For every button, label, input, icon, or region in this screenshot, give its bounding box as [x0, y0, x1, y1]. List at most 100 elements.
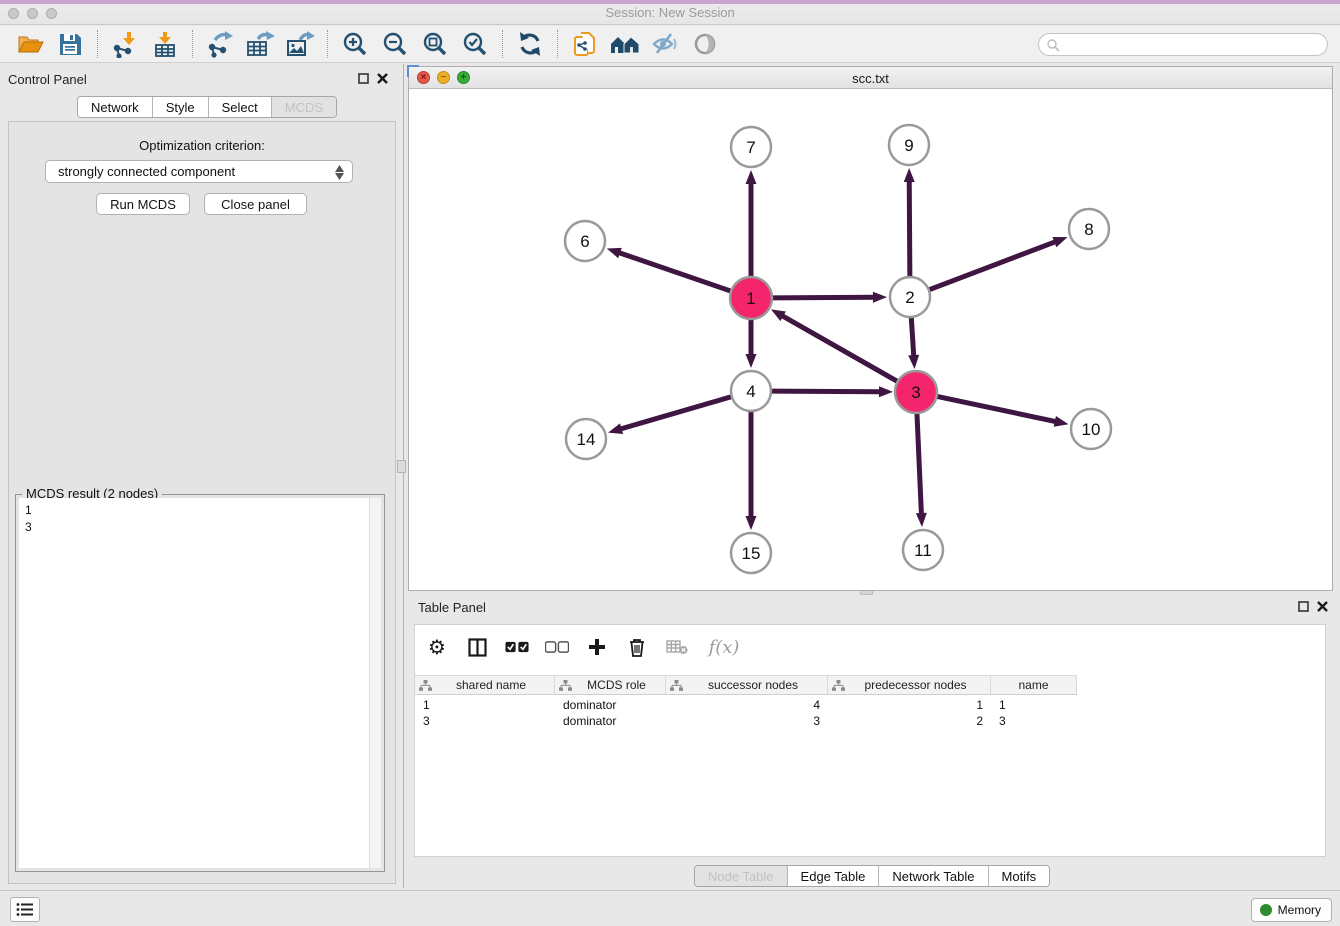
network-graph[interactable]: 7968124314101511 — [409, 89, 1332, 590]
mcds-panel: Optimization criterion: strongly connect… — [8, 121, 396, 884]
table-row[interactable]: 3 dominator 3 2 3 — [415, 713, 1077, 729]
tab-network[interactable]: Network — [78, 97, 153, 117]
zoom-out-icon[interactable] — [378, 29, 412, 59]
network-window-titlebar[interactable]: × − + scc.txt — [409, 67, 1332, 89]
import-table-icon[interactable] — [148, 29, 182, 59]
delete-column-trash-icon[interactable] — [625, 635, 649, 659]
unselect-all-columns-icon[interactable] — [545, 635, 569, 659]
cell-shared-name[interactable]: 3 — [415, 713, 555, 729]
control-panel-tabs: Network Style Select MCDS — [77, 96, 337, 118]
optimization-criterion-select[interactable]: strongly connected component — [45, 160, 353, 183]
column-header-successor-nodes[interactable]: successor nodes — [666, 676, 828, 694]
column-type-icon — [670, 680, 683, 691]
network-canvas[interactable]: 7968124314101511 — [409, 89, 1332, 590]
column-header-name[interactable]: name — [991, 676, 1077, 694]
toolbar-separator — [557, 30, 558, 58]
memory-button[interactable]: Memory — [1251, 898, 1332, 922]
cell-name[interactable]: 1 — [991, 697, 1077, 713]
graph-node-label: 2 — [905, 288, 914, 307]
open-session-icon[interactable] — [13, 29, 47, 59]
mcds-result-list[interactable]: 1 3 — [19, 498, 371, 868]
cell-mcds-role[interactable]: dominator — [555, 713, 666, 729]
main-toolbar — [0, 26, 1340, 63]
export-network-icon[interactable] — [203, 29, 237, 59]
close-panel-button[interactable]: Close panel — [204, 193, 307, 215]
graph-edge-3-11[interactable] — [917, 413, 922, 515]
tab-node-table[interactable]: Node Table — [695, 866, 788, 886]
graph-edge-1-6[interactable] — [618, 252, 731, 291]
show-graphics-details-icon[interactable] — [688, 29, 722, 59]
graph-edge-3-1[interactable] — [781, 315, 897, 381]
function-builder-icon: f(x) — [705, 635, 743, 659]
table-row[interactable]: 1 dominator 4 1 1 — [415, 697, 1077, 713]
table-header-row: shared name MCDS role successor nodes pr… — [415, 675, 1077, 695]
control-panel-header-icons — [358, 73, 388, 84]
zoom-selected-icon[interactable] — [458, 29, 492, 59]
zoom-fit-icon[interactable] — [418, 29, 452, 59]
import-network-icon[interactable] — [108, 29, 142, 59]
vertical-splitter-handle[interactable] — [397, 460, 406, 473]
column-header-predecessor-nodes[interactable]: predecessor nodes — [828, 676, 991, 694]
tab-network-table[interactable]: Network Table — [879, 866, 988, 886]
show-columns-icon[interactable] — [465, 635, 489, 659]
create-column-plus-icon[interactable] — [585, 635, 609, 659]
mcds-result-item[interactable]: 3 — [25, 519, 371, 536]
float-panel-icon[interactable] — [1298, 601, 1309, 612]
graph-edge-2-3[interactable] — [911, 318, 913, 357]
graph-node-label: 9 — [904, 136, 913, 155]
graph-edge-1-2[interactable] — [772, 297, 875, 298]
table-tabs: Node Table Edge Table Network Table Moti… — [694, 865, 1050, 887]
cell-predecessor-nodes[interactable]: 1 — [828, 697, 991, 713]
cell-shared-name[interactable]: 1 — [415, 697, 555, 713]
mcds-result-scrollbar[interactable] — [369, 498, 381, 868]
mcds-result-item[interactable]: 1 — [25, 502, 371, 519]
column-type-icon — [832, 680, 845, 691]
cell-mcds-role[interactable]: dominator — [555, 697, 666, 713]
graph-edge-arrowhead — [608, 423, 623, 434]
refresh-icon[interactable] — [513, 29, 547, 59]
graph-edge-3-10[interactable] — [937, 396, 1057, 421]
column-type-icon — [559, 680, 572, 691]
tab-select[interactable]: Select — [209, 97, 272, 117]
graph-edge-4-3[interactable] — [772, 391, 881, 392]
optimization-criterion-label: Optimization criterion: — [9, 138, 395, 153]
graph-node-label: 4 — [746, 382, 755, 401]
export-table-icon[interactable] — [243, 29, 277, 59]
graph-edge-2-9[interactable] — [909, 180, 910, 276]
vertical-splitter[interactable] — [403, 64, 404, 888]
cell-predecessor-nodes[interactable]: 2 — [828, 713, 991, 729]
graph-edge-2-8[interactable] — [930, 241, 1057, 289]
graph-edge-arrowhead — [916, 513, 927, 527]
hide-panels-icon[interactable] — [648, 29, 682, 59]
tab-motifs[interactable]: Motifs — [989, 866, 1050, 886]
graph-node-label: 10 — [1082, 420, 1101, 439]
close-panel-icon[interactable] — [377, 73, 388, 84]
cell-successor-nodes[interactable]: 3 — [666, 713, 828, 729]
memory-status-icon — [1260, 904, 1272, 916]
cell-successor-nodes[interactable]: 4 — [666, 697, 828, 713]
table-settings-gear-icon[interactable]: ⚙ — [425, 635, 449, 659]
select-all-columns-icon[interactable] — [505, 635, 529, 659]
window-title: Session: New Session — [0, 5, 1340, 20]
graph-edge-4-14[interactable] — [620, 397, 731, 429]
zoom-in-icon[interactable] — [338, 29, 372, 59]
tab-edge-table[interactable]: Edge Table — [788, 866, 880, 886]
export-image-icon[interactable] — [283, 29, 317, 59]
run-mcds-button[interactable]: Run MCDS — [96, 193, 190, 215]
first-neighbors-icon[interactable] — [608, 29, 642, 59]
close-panel-icon[interactable] — [1317, 601, 1328, 612]
tab-style[interactable]: Style — [153, 97, 209, 117]
column-header-shared-name[interactable]: shared name — [415, 676, 555, 694]
search-input[interactable] — [1038, 33, 1328, 56]
mcds-result-group: MCDS result (2 nodes) 1 3 — [15, 494, 385, 872]
graph-edge-arrowhead — [1054, 416, 1069, 427]
cell-name[interactable]: 3 — [991, 713, 1077, 729]
titlebar-accent — [0, 0, 1340, 4]
float-panel-icon[interactable] — [358, 73, 369, 84]
save-session-icon[interactable] — [53, 29, 87, 59]
task-history-button[interactable] — [10, 897, 40, 922]
clone-network-icon[interactable] — [568, 29, 602, 59]
graph-node-label: 6 — [580, 232, 589, 251]
tab-mcds[interactable]: MCDS — [272, 97, 336, 117]
column-header-mcds-role[interactable]: MCDS role — [555, 676, 666, 694]
